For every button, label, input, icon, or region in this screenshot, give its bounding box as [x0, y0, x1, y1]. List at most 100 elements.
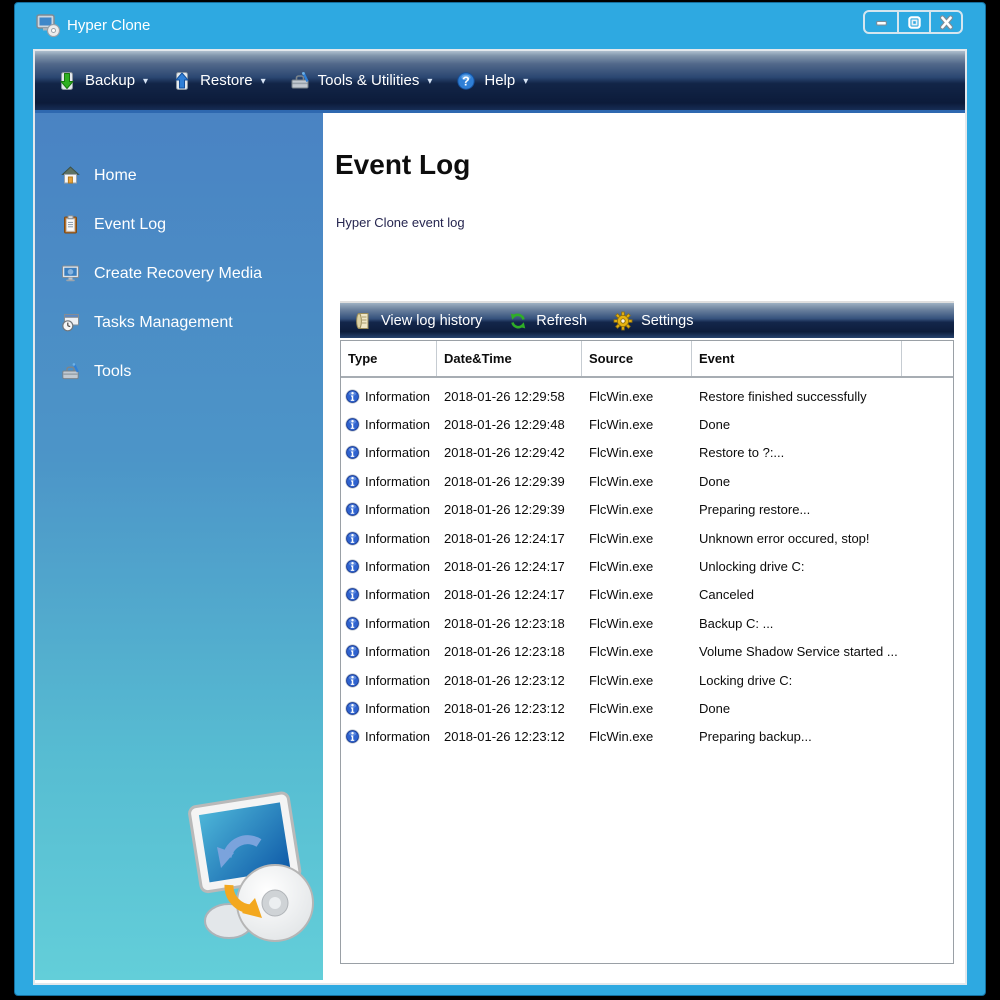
information-icon: [345, 701, 360, 716]
log-toolbar: View log history Refresh Settings: [340, 301, 954, 338]
minimize-icon: [874, 15, 889, 30]
cell-event: Locking drive C:: [692, 673, 902, 688]
cell-datetime: 2018-01-26 12:29:42: [437, 445, 582, 460]
cell-event: Preparing restore...: [692, 502, 902, 517]
cell-event: Restore to ?:...: [692, 445, 902, 460]
page-subtitle: Hyper Clone event log: [336, 215, 465, 230]
restore-arrow-up-icon: [172, 71, 192, 91]
cell-datetime: 2018-01-26 12:29:58: [437, 389, 582, 404]
cell-datetime: 2018-01-26 12:24:17: [437, 531, 582, 546]
cell-datetime: 2018-01-26 12:23:12: [437, 701, 582, 716]
cell-type-label: Information: [365, 701, 430, 716]
cell-datetime: 2018-01-26 12:23:18: [437, 616, 582, 631]
minimize-button[interactable]: [865, 12, 897, 32]
information-icon: [345, 445, 360, 460]
table-row[interactable]: Information 2018-01-26 12:29:48 FlcWin.e…: [341, 410, 953, 438]
table-row[interactable]: Information 2018-01-26 12:29:42 FlcWin.e…: [341, 439, 953, 467]
column-header-datetime[interactable]: Date&Time: [437, 341, 582, 376]
desktop-background: Hyper Clone: [0, 0, 1000, 1000]
maximize-button[interactable]: [897, 12, 929, 32]
log-scroll-icon: [353, 311, 373, 331]
main-content: Event Log Hyper Clone event log View log…: [323, 113, 965, 980]
toolbox-icon: [290, 71, 310, 91]
app-icon: [35, 12, 61, 38]
cell-type-label: Information: [365, 474, 430, 489]
menu-item-help[interactable]: ? Help ▾: [456, 71, 528, 91]
table-row[interactable]: Information 2018-01-26 12:23:12 FlcWin.e…: [341, 723, 953, 751]
cell-source: FlcWin.exe: [582, 673, 692, 688]
cell-event: Volume Shadow Service started ...: [692, 644, 902, 659]
cell-datetime: 2018-01-26 12:23:12: [437, 729, 582, 744]
close-icon: [939, 15, 954, 30]
sidebar-item-create-recovery-media[interactable]: Create Recovery Media: [35, 249, 323, 298]
app-logo: [187, 789, 325, 954]
column-header-source[interactable]: Source: [582, 341, 692, 376]
menu-item-tools-utilities[interactable]: Tools & Utilities ▾: [290, 71, 433, 91]
cell-datetime: 2018-01-26 12:29:39: [437, 502, 582, 517]
table-row[interactable]: Information 2018-01-26 12:23:18 FlcWin.e…: [341, 638, 953, 666]
column-header-filler: [902, 341, 953, 376]
table-row[interactable]: Information 2018-01-26 12:24:17 FlcWin.e…: [341, 581, 953, 609]
cell-type-label: Information: [365, 587, 430, 602]
event-log-icon: [61, 215, 80, 234]
cell-event: Backup C: ...: [692, 616, 902, 631]
cell-datetime: 2018-01-26 12:24:17: [437, 587, 582, 602]
recovery-media-icon: [61, 264, 80, 283]
app-window: Hyper Clone: [14, 2, 986, 996]
column-header-type[interactable]: Type: [341, 341, 437, 376]
table-row[interactable]: Information 2018-01-26 12:23:18 FlcWin.e…: [341, 609, 953, 637]
backup-arrow-down-icon: [57, 71, 77, 91]
close-button[interactable]: [929, 12, 961, 32]
cell-event: Done: [692, 474, 902, 489]
menu-item-restore[interactable]: Restore ▾: [172, 71, 266, 91]
information-icon: [345, 644, 360, 659]
cell-source: FlcWin.exe: [582, 644, 692, 659]
cell-datetime: 2018-01-26 12:24:17: [437, 559, 582, 574]
view-log-history-button[interactable]: View log history: [353, 311, 482, 331]
cell-type-label: Information: [365, 389, 430, 404]
gear-icon: [613, 311, 633, 331]
column-header-event[interactable]: Event: [692, 341, 902, 376]
sidebar-item-home[interactable]: Home: [35, 151, 323, 200]
menu-item-backup[interactable]: Backup ▾: [57, 71, 148, 91]
sidebar-item-event-log[interactable]: Event Log: [35, 200, 323, 249]
page-title: Event Log: [335, 149, 470, 181]
table-row[interactable]: Information 2018-01-26 12:24:17 FlcWin.e…: [341, 552, 953, 580]
information-icon: [345, 531, 360, 546]
information-icon: [345, 502, 360, 517]
sidebar-item-tasks-management[interactable]: Tasks Management: [35, 298, 323, 347]
home-icon: [61, 166, 80, 185]
sidebar-item-tools[interactable]: Tools: [35, 347, 323, 396]
maximize-icon: [907, 15, 922, 30]
help-question-icon: ?: [456, 71, 476, 91]
window-title: Hyper Clone: [67, 17, 150, 34]
refresh-button[interactable]: Refresh: [508, 311, 587, 331]
cell-source: FlcWin.exe: [582, 502, 692, 517]
information-icon: [345, 559, 360, 574]
window-controls: [863, 10, 963, 34]
sidebar: Home Event Log Create Recovery Media Tas…: [35, 113, 323, 980]
table-row[interactable]: Information 2018-01-26 12:23:12 FlcWin.e…: [341, 666, 953, 694]
cell-source: FlcWin.exe: [582, 701, 692, 716]
table-row[interactable]: Information 2018-01-26 12:29:39 FlcWin.e…: [341, 496, 953, 524]
svg-text:?: ?: [463, 74, 471, 88]
table-row[interactable]: Information 2018-01-26 12:24:17 FlcWin.e…: [341, 524, 953, 552]
event-table-body: Information 2018-01-26 12:29:58 FlcWin.e…: [341, 378, 953, 751]
chevron-down-icon: ▾: [523, 74, 528, 87]
table-row[interactable]: Information 2018-01-26 12:29:58 FlcWin.e…: [341, 382, 953, 410]
cell-type-label: Information: [365, 644, 430, 659]
cell-type-label: Information: [365, 502, 430, 517]
information-icon: [345, 474, 360, 489]
titlebar[interactable]: Hyper Clone: [15, 3, 985, 49]
cell-type-label: Information: [365, 445, 430, 460]
cell-type-label: Information: [365, 729, 430, 744]
information-icon: [345, 417, 360, 432]
cell-event: Preparing backup...: [692, 729, 902, 744]
chevron-down-icon: ▾: [143, 74, 148, 87]
table-row[interactable]: Information 2018-01-26 12:29:39 FlcWin.e…: [341, 467, 953, 495]
cell-type-label: Information: [365, 616, 430, 631]
settings-button[interactable]: Settings: [613, 311, 693, 331]
sidebar-list: Home Event Log Create Recovery Media Tas…: [35, 113, 323, 396]
cell-event: Unlocking drive C:: [692, 559, 902, 574]
table-row[interactable]: Information 2018-01-26 12:23:12 FlcWin.e…: [341, 694, 953, 722]
